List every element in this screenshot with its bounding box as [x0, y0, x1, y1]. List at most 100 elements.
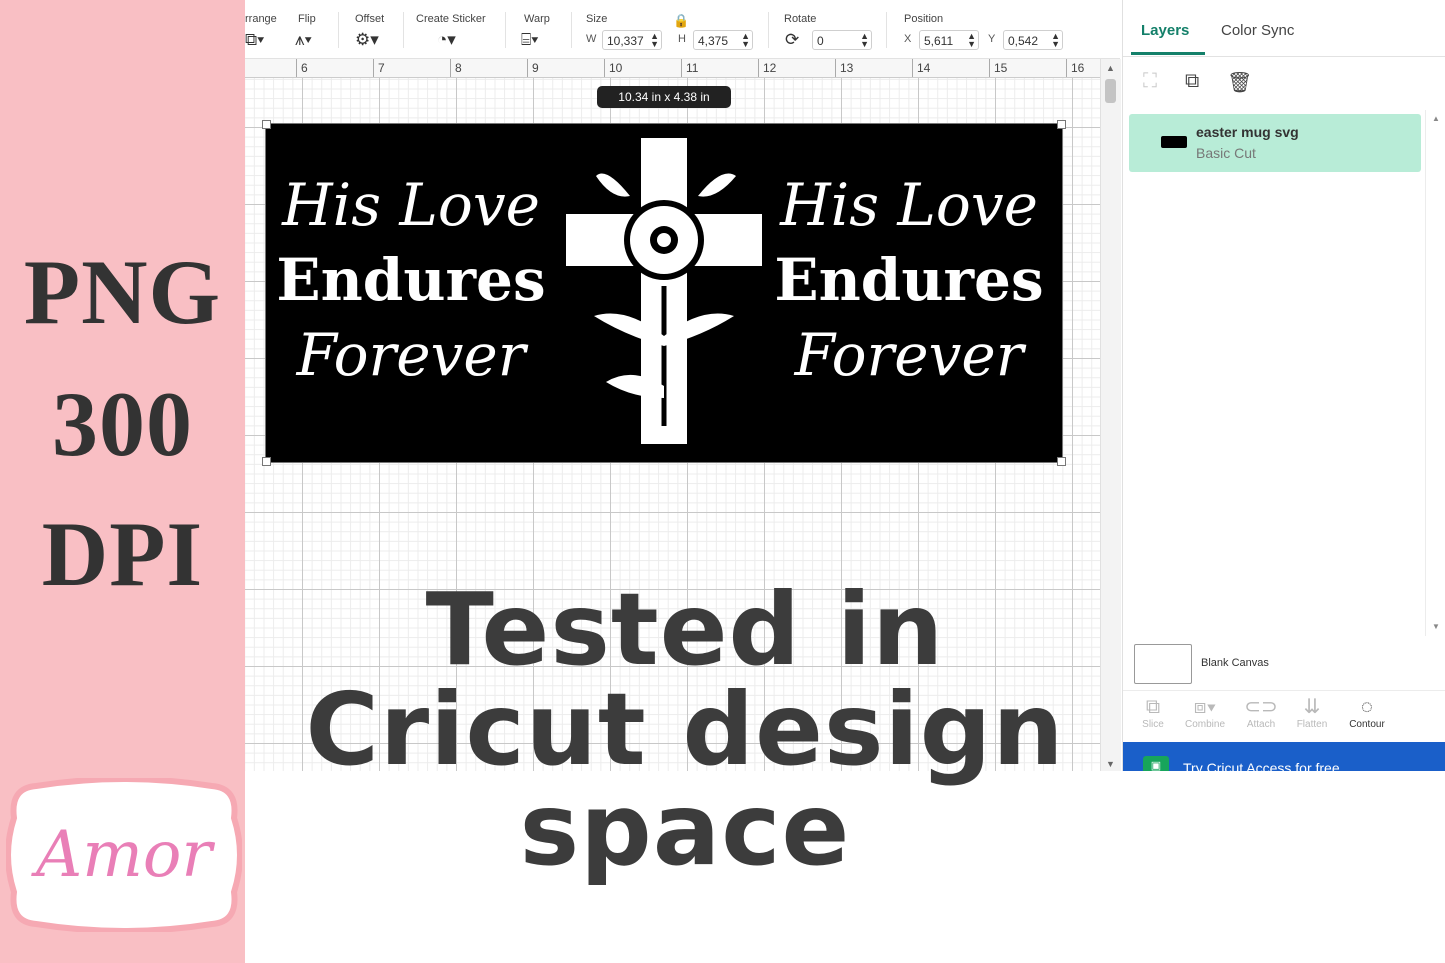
- size-tooltip: 10.34 in x 4.38 in: [597, 86, 731, 108]
- slice-button[interactable]: ⧉ Slice: [1123, 695, 1183, 730]
- tab-color-sync[interactable]: Color Sync: [1221, 22, 1294, 39]
- position-x-input[interactable]: 5,611 ▲ ▼: [919, 30, 979, 50]
- create-sticker-label: Create Sticker: [416, 13, 486, 25]
- rotate-icon[interactable]: ⟳: [785, 30, 799, 50]
- verse-line: His Love: [780, 171, 1038, 239]
- ruler-tick: [604, 59, 605, 77]
- scroll-thumb[interactable]: [1105, 79, 1116, 103]
- ruler-mark: 9: [532, 61, 539, 75]
- promo-format: PNG: [23, 241, 222, 343]
- position-x-value: 5,611: [924, 34, 954, 48]
- panel-scroll-down-icon[interactable]: ▼: [1432, 622, 1440, 631]
- selected-design[interactable]: His Love Endures Forever His Love Endure…: [265, 123, 1063, 463]
- layer-operation: Basic Cut: [1196, 145, 1256, 161]
- height-value: 4,375: [698, 34, 729, 48]
- rotate-label: Rotate: [784, 13, 817, 25]
- position-y-input[interactable]: 0,542 ▲ ▼: [1003, 30, 1063, 50]
- verse-left: His Love Endures Forever: [266, 170, 556, 390]
- rotate-input[interactable]: 0 ▲ ▼: [812, 30, 872, 50]
- toolbar-divider: [403, 12, 404, 48]
- combine-button[interactable]: ⧈▾ Combine: [1175, 695, 1235, 730]
- rotate-control: Rotate ⟳ 0 ▲ ▼: [784, 0, 874, 58]
- resize-handle[interactable]: [262, 457, 271, 466]
- ruler-mark: 11: [686, 61, 699, 75]
- cricut-access-banner[interactable]: ▣ Try Cricut Access for free: [1123, 742, 1445, 771]
- ruler-mark: 12: [763, 61, 777, 75]
- panel-scroll-up-icon[interactable]: ▲: [1432, 114, 1440, 123]
- layer-tools: ⧉ Slice ⧈▾ Combine ⊂⊃ Attach ⇊ Flatten ◌…: [1123, 690, 1445, 743]
- lock-icon[interactable]: 🔒: [673, 13, 689, 29]
- ruler-tick: [835, 59, 836, 77]
- ruler-mark: 14: [917, 61, 931, 75]
- tab-layers[interactable]: Layers: [1141, 22, 1189, 39]
- warp-control[interactable]: Warp ⌸▾: [521, 0, 561, 58]
- create-sticker-control[interactable]: Create Sticker ◔▾: [416, 0, 496, 58]
- ruler-mark: 6: [301, 61, 308, 75]
- position-x-stepper-icon[interactable]: ▲ ▼: [967, 32, 976, 49]
- delete-icon[interactable]: 🗑: [1227, 70, 1252, 95]
- toolbar-divider: [338, 12, 339, 48]
- ruler-mark: 16: [1071, 61, 1085, 75]
- pos-x-label: X: [904, 33, 912, 45]
- duplicate-icon[interactable]: ⧉: [1185, 70, 1199, 93]
- height-stepper-icon[interactable]: ▲ ▼: [741, 32, 750, 49]
- position-y-stepper-icon[interactable]: ▲ ▼: [1051, 32, 1060, 49]
- flatten-label: Flatten: [1296, 719, 1328, 730]
- ruler-tick: [450, 59, 451, 77]
- verse-line: His Love: [282, 171, 540, 239]
- resize-handle[interactable]: [1057, 457, 1066, 466]
- resize-handle[interactable]: [1057, 120, 1066, 129]
- ruler-tick: [1066, 59, 1067, 77]
- warp-label: Warp: [524, 13, 550, 25]
- arrange-control[interactable]: rrange ⧉▾: [245, 0, 285, 58]
- slice-label: Slice: [1142, 719, 1164, 730]
- verse-line: Forever: [794, 321, 1024, 389]
- active-tab-indicator: [1131, 52, 1205, 55]
- edit-toolbar: rrange ⧉▾ Flip ⩚▾ Offset ⚙▾ Create Stick…: [245, 0, 1120, 59]
- size-w-label: W: [586, 33, 597, 45]
- headline-line: Tested in: [425, 571, 945, 688]
- logo-text: Amor: [35, 818, 213, 892]
- scroll-up-icon[interactable]: ▲: [1106, 63, 1115, 73]
- group-icon[interactable]: ⛶: [1143, 70, 1157, 93]
- size-label: Size: [586, 13, 608, 25]
- flatten-button[interactable]: ⇊ Flatten: [1282, 695, 1342, 730]
- flip-control[interactable]: Flip ⩚▾: [295, 0, 335, 58]
- ruler-tick: [758, 59, 759, 77]
- ruler-mark: 8: [455, 61, 462, 75]
- headline-line: Cricut design: [305, 671, 1065, 788]
- ruler-tick: [296, 59, 297, 77]
- width-input[interactable]: 10,337 ▲ ▼: [602, 30, 662, 50]
- rotate-stepper-icon[interactable]: ▲ ▼: [860, 32, 869, 49]
- ruler-mark: 15: [994, 61, 1008, 75]
- ruler-tick: [373, 59, 374, 77]
- offset-label: Offset: [355, 13, 385, 25]
- warp-icon: ⌸▾: [521, 30, 539, 49]
- layer-item[interactable]: easter mug svg Basic Cut: [1129, 114, 1421, 172]
- panel-scrollbar[interactable]: ▲ ▼: [1425, 110, 1445, 636]
- ruler-mark: 13: [840, 61, 854, 75]
- blank-canvas-swatch[interactable]: [1134, 644, 1192, 684]
- offset-control[interactable]: Offset ⚙▾: [353, 0, 398, 58]
- resize-handle[interactable]: [262, 120, 271, 129]
- size-h-label: H: [678, 33, 686, 45]
- layer-thumbnail: [1161, 136, 1187, 148]
- sticker-icon: ◔▾: [437, 30, 456, 49]
- flip-label: Flip: [298, 13, 316, 25]
- offset-icon: ⚙▾: [355, 30, 379, 49]
- width-stepper-icon[interactable]: ▲ ▼: [650, 32, 659, 49]
- contour-button[interactable]: ◌ Contour: [1337, 695, 1397, 730]
- access-icon: ▣: [1143, 756, 1169, 771]
- toolbar-divider: [768, 12, 769, 48]
- verse-line: Endures: [774, 246, 1044, 314]
- position-control: Position X 5,611 ▲ ▼ Y 0,542 ▲ ▼: [903, 0, 1083, 58]
- height-input[interactable]: 4,375 ▲ ▼: [693, 30, 753, 50]
- amor-logo: Amor: [5, 776, 243, 934]
- verse-line: Endures: [276, 246, 546, 314]
- blank-canvas-label: Blank Canvas: [1201, 657, 1269, 669]
- ruler-tick: [681, 59, 682, 77]
- combine-label: Combine: [1184, 719, 1226, 730]
- contour-icon: ◌: [1361, 696, 1373, 718]
- ruler-tick: [527, 59, 528, 77]
- size-control: Size 🔒 W 10,337 ▲ ▼ H 4,375 ▲ ▼: [585, 0, 765, 58]
